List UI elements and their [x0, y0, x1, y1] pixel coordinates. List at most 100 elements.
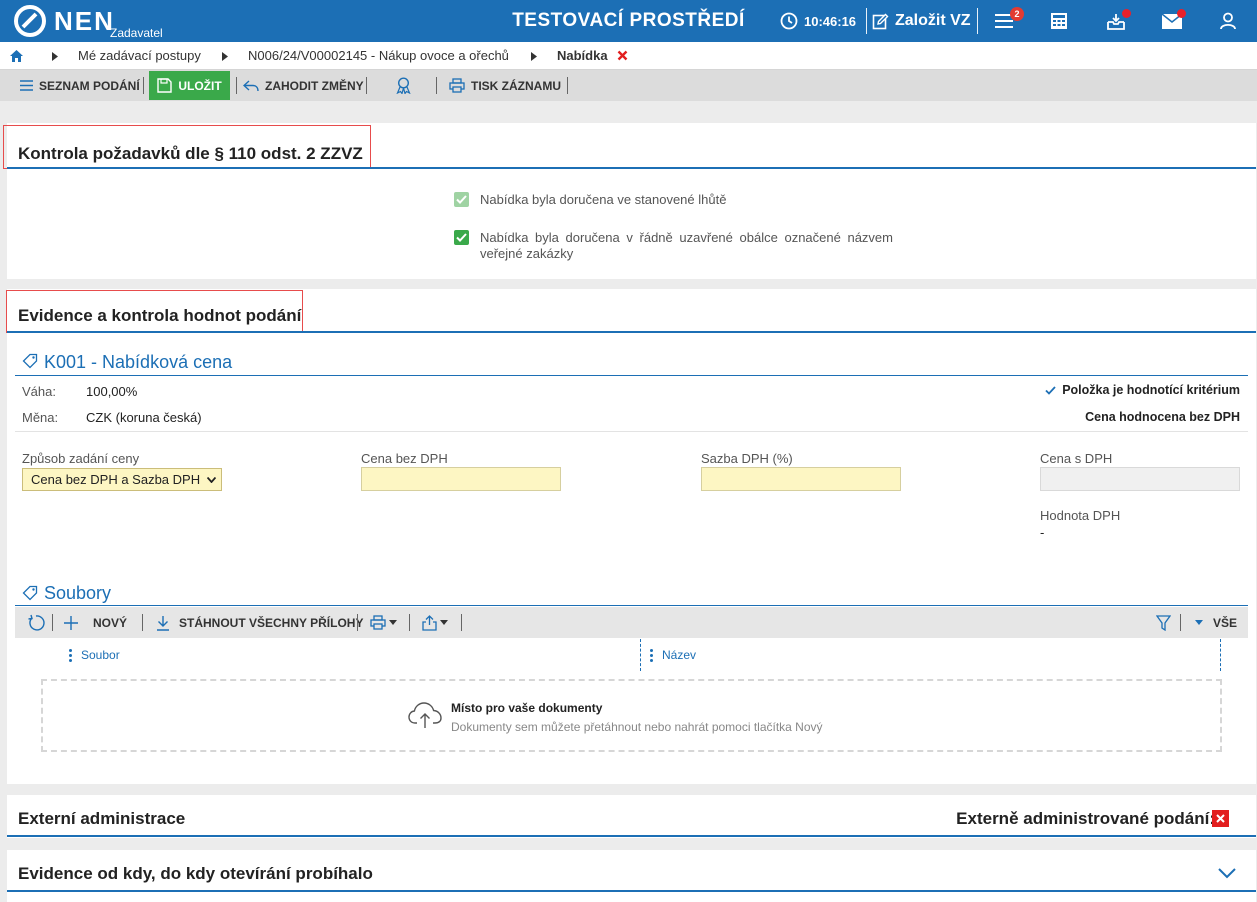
price-mode-value: Cena bez DPH a Sazba DPH: [31, 472, 201, 487]
inbox-button[interactable]: [1106, 0, 1131, 42]
divider: [236, 77, 237, 94]
weight-value: 100,00%: [86, 384, 138, 399]
download-all-button[interactable]: STÁHNOUT VŠECHNY PŘÍLOHY: [156, 607, 363, 638]
home-icon[interactable]: [10, 50, 23, 62]
printer-icon: [370, 615, 386, 630]
create-vz-button[interactable]: Založit VZ: [872, 0, 971, 42]
notification-badge: 2: [1010, 7, 1024, 21]
breadcrumb-item[interactable]: Mé zadávací postupy: [78, 42, 201, 70]
sealed-envelope-checkbox[interactable]: [454, 230, 469, 245]
filter-button[interactable]: [1156, 607, 1171, 638]
discard-changes-button[interactable]: ZAHODIT ZMĚNY: [243, 70, 364, 101]
column-divider[interactable]: [640, 639, 641, 671]
criterion-title: K001 - Nabídková cena: [44, 352, 233, 372]
column-header-file[interactable]: Soubor: [69, 648, 120, 662]
edit-icon: [872, 13, 889, 29]
save-button[interactable]: ULOŽIT: [149, 71, 230, 100]
discard-changes-label: ZAHODIT ZMĚNY: [265, 78, 364, 93]
caret-down-icon: [1195, 620, 1203, 625]
caret-down-icon: [440, 620, 448, 625]
divider: [52, 614, 53, 631]
list-icon: [20, 80, 33, 91]
unread-dot: [1177, 9, 1186, 18]
tag-icon: [22, 353, 38, 369]
plus-icon: [64, 615, 78, 630]
opening-evidence-title: Evidence od kdy, do kdy otevírání probíh…: [18, 864, 373, 883]
new-file-button[interactable]: NOVÝ: [63, 607, 127, 638]
divider: [15, 431, 1248, 432]
refresh-button[interactable]: [27, 607, 45, 638]
external-admin-flag-icon: [1212, 810, 1229, 827]
logo-text: NEN: [54, 6, 115, 36]
nen-logo-icon[interactable]: [14, 5, 46, 37]
clock-time: 10:46:16: [804, 13, 857, 29]
user-icon: [1220, 12, 1236, 30]
close-tab-icon[interactable]: [617, 50, 628, 61]
divider: [366, 77, 367, 94]
award-button[interactable]: [395, 70, 412, 101]
new-file-label: NOVÝ: [93, 615, 128, 630]
divider: [357, 614, 358, 631]
print-menu-button[interactable]: [370, 607, 397, 638]
breadcrumb-item[interactable]: N006/24/V00002145 - Nákup ovoce a ořechů: [248, 42, 509, 70]
file-drop-zone[interactable]: Místo pro vaše dokumenty Dokumenty sem m…: [41, 679, 1222, 752]
view-all-label: VŠE: [1213, 615, 1238, 630]
delivered-on-time-label: Nabídka byla doručena ve stanovené lhůtě: [480, 192, 727, 207]
chevron-right-icon: [531, 52, 537, 61]
logo-subtitle: Zadavatel: [110, 26, 163, 40]
opening-evidence-panel[interactable]: Evidence od kdy, do kdy otevírání probíh…: [7, 850, 1256, 902]
action-toolbar: SEZNAM PODÁNÍ ULOŽIT ZAHODIT ZMĚNY TISK …: [0, 70, 1257, 101]
divider: [142, 614, 143, 631]
evidence-section-title: Evidence a kontrola hodnot podání: [18, 306, 302, 325]
chevron-down-icon: [207, 477, 216, 483]
price-with-vat-label: Cena s DPH: [1040, 451, 1113, 466]
external-admin-flag-label: Externě administrované podání:: [956, 809, 1215, 828]
column-header-name[interactable]: Název: [650, 648, 696, 662]
user-button[interactable]: [1219, 0, 1237, 42]
criterion-underline: [15, 375, 1248, 376]
checkmark-icon: [1045, 385, 1056, 395]
chevron-down-icon[interactable]: [1218, 868, 1236, 879]
weight-label: Váha:: [22, 384, 56, 399]
chevron-right-icon: [52, 52, 58, 61]
menu-button[interactable]: 2: [994, 0, 1024, 42]
evaluation-criterion-flag: Položka je hodnotící kritérium: [1045, 383, 1240, 397]
caret-down-icon: [389, 620, 397, 625]
divider: [143, 77, 144, 94]
messages-button[interactable]: [1162, 0, 1186, 42]
vat-amount-label: Hodnota DPH: [1040, 508, 1121, 523]
section-underline: [7, 331, 1256, 333]
vat-amount-value: -: [1040, 525, 1045, 540]
column-menu-icon: [650, 648, 653, 662]
external-admin-title: Externí administrace: [18, 809, 186, 828]
save-icon: [157, 78, 173, 93]
column-name-label: Název: [662, 648, 697, 662]
check-section-panel: Kontrola požadavků dle § 110 odst. 2 ZZV…: [3, 123, 1256, 279]
print-record-button[interactable]: TISK ZÁZNAMU: [449, 70, 561, 101]
check-section-title: Kontrola požadavků dle § 110 odst. 2 ZZV…: [18, 144, 363, 163]
vat-rate-input[interactable]: [701, 467, 901, 491]
price-mode-label: Způsob zadání ceny: [22, 451, 140, 466]
print-record-label: TISK ZÁZNAMU: [471, 78, 561, 93]
section-underline: [7, 835, 1256, 837]
calculator-button[interactable]: [1050, 0, 1068, 42]
price-with-vat-input: [1040, 467, 1240, 491]
section-underline: [7, 167, 1256, 169]
cross-icon: [1216, 814, 1225, 823]
column-divider[interactable]: [1220, 639, 1221, 671]
price-without-vat-input[interactable]: [361, 467, 561, 491]
divider: [461, 614, 462, 631]
price-mode-select[interactable]: Cena bez DPH a Sazba DPH: [22, 468, 222, 491]
submission-list-button[interactable]: SEZNAM PODÁNÍ: [20, 70, 140, 101]
price-without-vat-label: Cena bez DPH: [361, 451, 448, 466]
printer-icon: [449, 78, 465, 93]
column-file-label: Soubor: [81, 648, 120, 662]
submission-list-label: SEZNAM PODÁNÍ: [39, 78, 140, 93]
divider: [436, 77, 437, 94]
export-menu-button[interactable]: [422, 607, 448, 638]
breadcrumb: Mé zadávací postupy N006/24/V00002145 - …: [0, 42, 1257, 70]
view-all-toggle[interactable]: VŠE: [1195, 607, 1237, 638]
sealed-envelope-label: Nabídka byla doručena v řádně uzavřené o…: [480, 230, 893, 261]
files-toolbar: NOVÝ STÁHNOUT VŠECHNY PŘÍLOHY VŠE: [15, 607, 1248, 638]
delivered-on-time-checkbox: [454, 192, 469, 207]
